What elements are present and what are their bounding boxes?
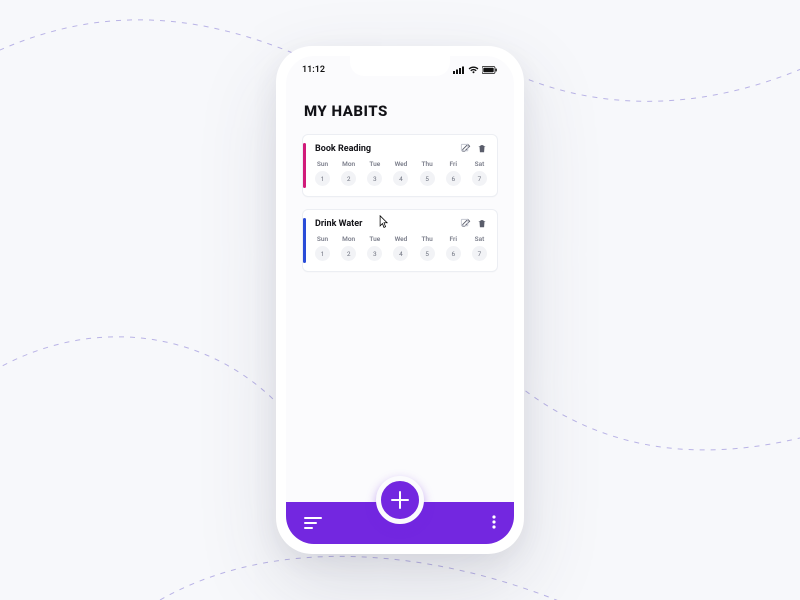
- battery-icon: [482, 66, 498, 74]
- day-toggle[interactable]: 3: [367, 246, 382, 261]
- day-toggle[interactable]: 2: [341, 246, 356, 261]
- habit-card[interactable]: Drink Water Sun 1 Mon 2 Tue 3 Wed 4 Thu 5 Fri…: [302, 209, 498, 272]
- day-toggle[interactable]: 3: [367, 171, 382, 186]
- delete-icon[interactable]: [477, 143, 487, 154]
- signal-icon: [453, 66, 465, 74]
- day-label: Sun: [317, 235, 328, 243]
- day-label: Tue: [369, 235, 380, 243]
- day-label: Wed: [395, 235, 408, 243]
- day-label: Sun: [317, 160, 328, 168]
- day-toggle[interactable]: 1: [315, 246, 330, 261]
- menu-icon[interactable]: [304, 514, 322, 533]
- day-label: Mon: [342, 235, 355, 243]
- day-label: Sat: [475, 235, 485, 243]
- day-label: Tue: [369, 160, 380, 168]
- habit-title: Drink Water: [315, 219, 362, 229]
- content-area: MY HABITS Book Reading Sun 1 Mon 2 Tue 3 We…: [286, 84, 514, 544]
- day-toggle[interactable]: 4: [393, 171, 408, 186]
- page-title: MY HABITS: [304, 102, 498, 120]
- habit-days: Sun 1 Mon 2 Tue 3 Wed 4 Thu 5 Fri 6 Sat 7: [315, 235, 487, 261]
- day-label: Wed: [395, 160, 408, 168]
- day-toggle[interactable]: 2: [341, 171, 356, 186]
- habit-title: Book Reading: [315, 144, 371, 154]
- day-toggle[interactable]: 5: [420, 171, 435, 186]
- more-icon[interactable]: [492, 514, 496, 533]
- day-label: Fri: [450, 235, 458, 243]
- day-toggle[interactable]: 5: [420, 246, 435, 261]
- day-toggle[interactable]: 6: [446, 246, 461, 261]
- notch: [350, 56, 450, 76]
- day-toggle[interactable]: 7: [472, 171, 487, 186]
- edit-icon[interactable]: [460, 143, 471, 154]
- status-time: 11:12: [302, 65, 325, 75]
- day-label: Mon: [342, 160, 355, 168]
- habit-card[interactable]: Book Reading Sun 1 Mon 2 Tue 3 Wed 4 Thu 5 Fr…: [302, 134, 498, 197]
- day-label: Thu: [421, 235, 432, 243]
- day-toggle[interactable]: 7: [472, 246, 487, 261]
- day-label: Fri: [450, 160, 458, 168]
- day-toggle[interactable]: 1: [315, 171, 330, 186]
- wifi-icon: [468, 66, 479, 74]
- day-label: Sat: [475, 160, 485, 168]
- status-bar: 11:12: [286, 56, 514, 84]
- screen: 11:12 MY HABITS Book Reading: [286, 56, 514, 544]
- status-indicators: [453, 66, 498, 74]
- day-toggle[interactable]: 4: [393, 246, 408, 261]
- add-habit-button[interactable]: [376, 476, 424, 524]
- delete-icon[interactable]: [477, 218, 487, 229]
- edit-icon[interactable]: [460, 218, 471, 229]
- day-label: Thu: [421, 160, 432, 168]
- habit-days: Sun 1 Mon 2 Tue 3 Wed 4 Thu 5 Fri 6 Sat 7: [315, 160, 487, 186]
- day-toggle[interactable]: 6: [446, 171, 461, 186]
- phone-frame: 11:12 MY HABITS Book Reading: [276, 46, 524, 554]
